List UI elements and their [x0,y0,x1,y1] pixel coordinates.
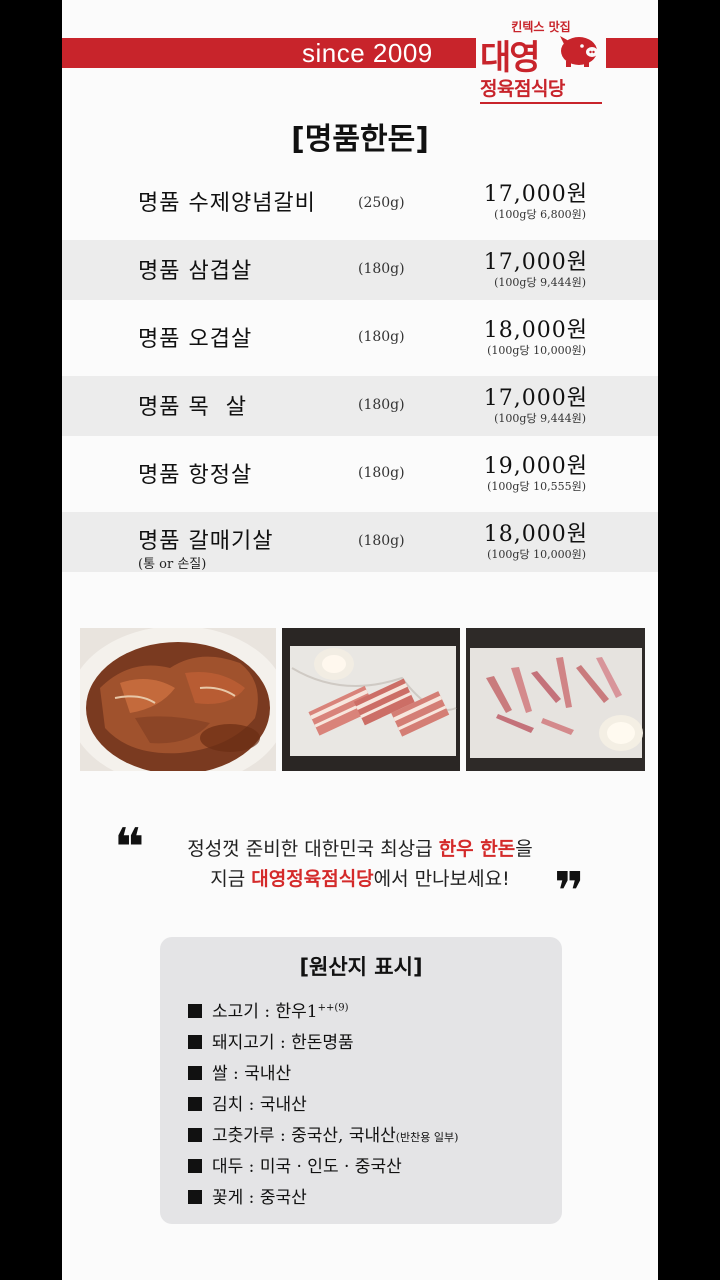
origin-item-text: 소고기 : 한우1 [212,1002,318,1022]
menu-item-name: 명품 삼겹살 [138,259,253,284]
menu-item-unit-price: (100g당 6,800원) [494,208,586,221]
menu-item-price: 18,000원 [483,318,588,343]
bullet-square-icon [188,1097,202,1111]
pig-icon [560,36,598,67]
menu-item-weight: (180g) [358,329,405,345]
menu-item: 명품 목 살 (180g) 17,000원 (100g당 9,444원) [62,376,658,436]
menu-item-weight: (180g) [358,261,405,277]
menu-item: 명품 오겹살 (180g) 18,000원 (100g당 10,000원) [62,308,658,368]
origin-item: 돼지고기 : 한돈명품 [188,1028,354,1053]
quote-text: 에서 만나보세요! [373,868,510,890]
origin-item: 꽃게 : 중국산 [188,1183,307,1208]
origin-item-text: 김치 : 국내산 [212,1095,307,1115]
menu-item: 명품 갈매기살 (통 or 손질) (180g) 18,000원 (100g당 … [62,512,658,572]
menu-item-price: 19,000원 [483,454,588,479]
menu-item-weight: (250g) [358,195,405,211]
origin-item-text: 쌀 : 국내산 [212,1064,292,1084]
bullet-square-icon [188,1128,202,1142]
photo-pork-belly [282,628,460,771]
menu-item-note: (통 or 손질) [138,557,207,572]
origin-item: 고춧가루 : 중국산, 국내산(반찬용 일부) [188,1121,458,1146]
origin-item: 대두 : 미국 · 인도 · 중국산 [188,1152,402,1177]
logo-name: 대영 [480,38,541,78]
menu-item-weight: (180g) [358,465,405,481]
menu-item-name: 명품 항정살 [138,463,253,488]
menu-item-price: 17,000원 [483,182,588,207]
menu-item-unit-price: (100g당 9,444원) [494,412,586,425]
quote-text: 을 [515,838,533,860]
close-quote-icon: ❞ [554,862,585,922]
origin-item-note: (반찬용 일부) [395,1131,459,1144]
bullet-square-icon [188,1190,202,1204]
bullet-square-icon [188,1066,202,1080]
origin-item: 소고기 : 한우1++(9) [188,997,349,1022]
menu-item-price: 18,000원 [483,522,588,547]
origin-info-box: [원산지 표시] 소고기 : 한우1++(9) 돼지고기 : 한돈명품 쌀 : … [160,937,562,1224]
origin-item-text: 고춧가루 : 중국산, 국내산 [212,1126,396,1146]
quote-text: 정성껏 준비한 대한민국 최상급 [187,838,439,860]
photo-sliced-meat [466,628,645,771]
quote-highlight: 한우 한돈 [438,838,516,860]
menu-item-unit-price: (100g당 9,444원) [494,276,586,289]
menu-item-name: 명품 오겹살 [138,327,253,352]
origin-item-text: 꽃게 : 중국산 [212,1188,307,1208]
menu-item: 명품 항정살 (180g) 19,000원 (100g당 10,555원) [62,444,658,504]
menu-item-price: 17,000원 [483,386,588,411]
photo-marinated-ribs [80,628,276,771]
origin-item: 김치 : 국내산 [188,1090,307,1115]
grade-superscript: ++(9) [317,1002,349,1014]
origin-item-text: 대두 : 미국 · 인도 · 중국산 [212,1157,402,1177]
origin-item-text: 돼지고기 : 한돈명품 [212,1033,354,1053]
quote-line-1: 정성껏 준비한 대한민국 최상급 한우 한돈을 [62,834,658,861]
origin-title: [원산지 표시] [299,955,423,979]
menu-page: since 2009 킨텍스 맛집 대영 정육점식당 [명품한돈] 명품 수제양… [62,0,658,1280]
menu-item-weight: (180g) [358,533,405,549]
bullet-square-icon [188,1159,202,1173]
section-title: [명품한돈] [291,122,429,157]
menu-item-unit-price: (100g당 10,000원) [487,344,586,357]
menu-item-name: 명품 갈매기살 [138,529,274,554]
menu-item: 명품 수제양념갈비 (250g) 17,000원 (100g당 6,800원) [62,172,658,232]
quote-text: 지금 [210,868,252,890]
menu-item-name: 명품 수제양념갈비 [138,191,316,216]
origin-item: 쌀 : 국내산 [188,1059,291,1084]
menu-item-weight: (180g) [358,397,405,413]
quote-highlight: 대영정육점식당 [251,868,374,890]
menu-item: 명품 삼겹살 (180g) 17,000원 (100g당 9,444원) [62,240,658,300]
menu-item-price: 17,000원 [483,250,588,275]
bullet-square-icon [188,1004,202,1018]
since-text: since 2009 [302,38,433,68]
menu-item-unit-price: (100g당 10,555원) [487,480,586,493]
logo-subtitle: 정육점식당 [480,74,602,104]
menu-item-unit-price: (100g당 10,000원) [487,548,586,561]
bullet-square-icon [188,1035,202,1049]
menu-item-name: 명품 목 살 [138,395,247,420]
